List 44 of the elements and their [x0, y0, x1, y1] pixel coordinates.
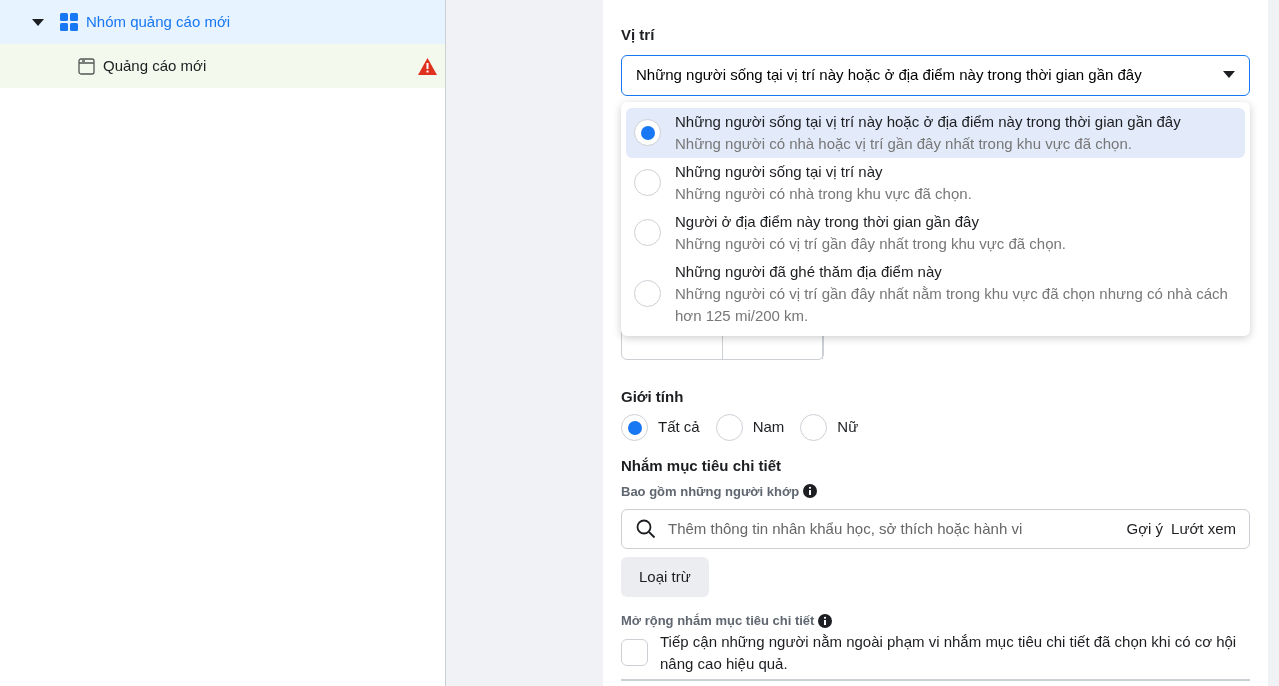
search-link[interactable]: Gợi ý [1126, 517, 1164, 541]
option-description: Những người có nhà hoặc vị trí gần đây nhất trong khu vực đã chọn. [675, 133, 1133, 154]
option-description: Những người có vị trí gần đây nhất nằm trong khu vực đã chọn nhưng có nhà cách hơn 125 mi/200 km. [675, 283, 1229, 326]
radio-label: Nữ [837, 417, 859, 438]
radio-button[interactable] [634, 119, 661, 146]
option-description: Những người có nhà trong khu vực đã chọn. [675, 183, 972, 204]
ad-icon [78, 57, 95, 75]
radio-button[interactable] [800, 414, 828, 441]
option-title: Người ở địa điểm này trong thời gian gần đây [675, 211, 980, 232]
search-icon [636, 519, 656, 539]
radio-button[interactable] [634, 280, 661, 307]
option-description: Những người có vị trí gần đây nhất trong khu vực đã chọn. [675, 233, 1066, 254]
radio-button[interactable] [634, 219, 661, 246]
field-label: Vị trí [621, 25, 656, 45]
location-option[interactable]: Những người sống tại vị trí này hoặc ở địa điểm này trong thời gian gần đây Những người có nhà hoặc vị trí gần đây nhất trong khu vực đã chọn. [626, 107, 1245, 158]
caret-icon[interactable] [32, 18, 44, 27]
location-option[interactable]: Những người sống tại vị trí này Những người có nhà trong khu vực đã chọn. [626, 157, 1245, 208]
radio-label: Tất cả [658, 417, 700, 438]
caret-icon [1223, 71, 1235, 79]
location-option[interactable]: Những người đã ghé thăm địa điểm này Những người có vị trí gần đây nhất nằm trong khu vực đã chọn nhưng có nhà cách hơn 125 mi/200 km. [626, 257, 1245, 330]
option-title: Những người sống tại vị trí này hoặc ở địa điểm này trong thời gian gần đây [675, 111, 1181, 132]
exclude-button[interactable]: Loại trừ [621, 557, 709, 597]
expansion-description: Tiếp cận những người nằm ngoài phạm vi nhắm mục tiêu chi tiết đã chọn khi có cơ hội nâng cao hiệu quả. [659, 631, 1238, 674]
option-title: Những người sống tại vị trí này [675, 161, 884, 182]
radio-button[interactable] [715, 414, 743, 441]
location-dropdown[interactable]: Những người sống tại vị trí này hoặc ở địa điểm này trong thời gian gần đây [621, 54, 1250, 96]
grid-icon [60, 13, 78, 31]
expansion-label: Mở rộng nhắm mục tiêu chi tiết [621, 612, 815, 630]
radio-button[interactable] [634, 169, 661, 196]
search-field[interactable]: Thêm thông tin nhân khẩu học, sở thích hoặc hành vi Gợi ý Lướt xem [621, 509, 1250, 549]
location-option[interactable]: Người ở địa điểm này trong thời gian gần đây Những người có vị trí gần đây nhất trong khu vực đã chọn. [626, 207, 1245, 258]
info-icon[interactable] [818, 613, 833, 628]
include-label: Bao gồm những người khớp [621, 482, 800, 501]
section-title: Nhắm mục tiêu chi tiết [621, 456, 783, 476]
search-link[interactable]: Lướt xem [1171, 517, 1236, 541]
sidebar-item[interactable]: Nhóm quảng cáo mới [0, 0, 445, 44]
radio-button[interactable] [621, 414, 648, 441]
info-icon[interactable] [803, 484, 818, 499]
warning-icon [418, 57, 437, 75]
checkbox[interactable] [621, 639, 648, 666]
radio-label: Nam [752, 417, 785, 438]
option-title: Những người đã ghé thăm địa điểm này [675, 261, 943, 282]
section-label: Giới tính [621, 386, 685, 407]
sidebar-item[interactable]: Quảng cáo mới [0, 44, 445, 88]
